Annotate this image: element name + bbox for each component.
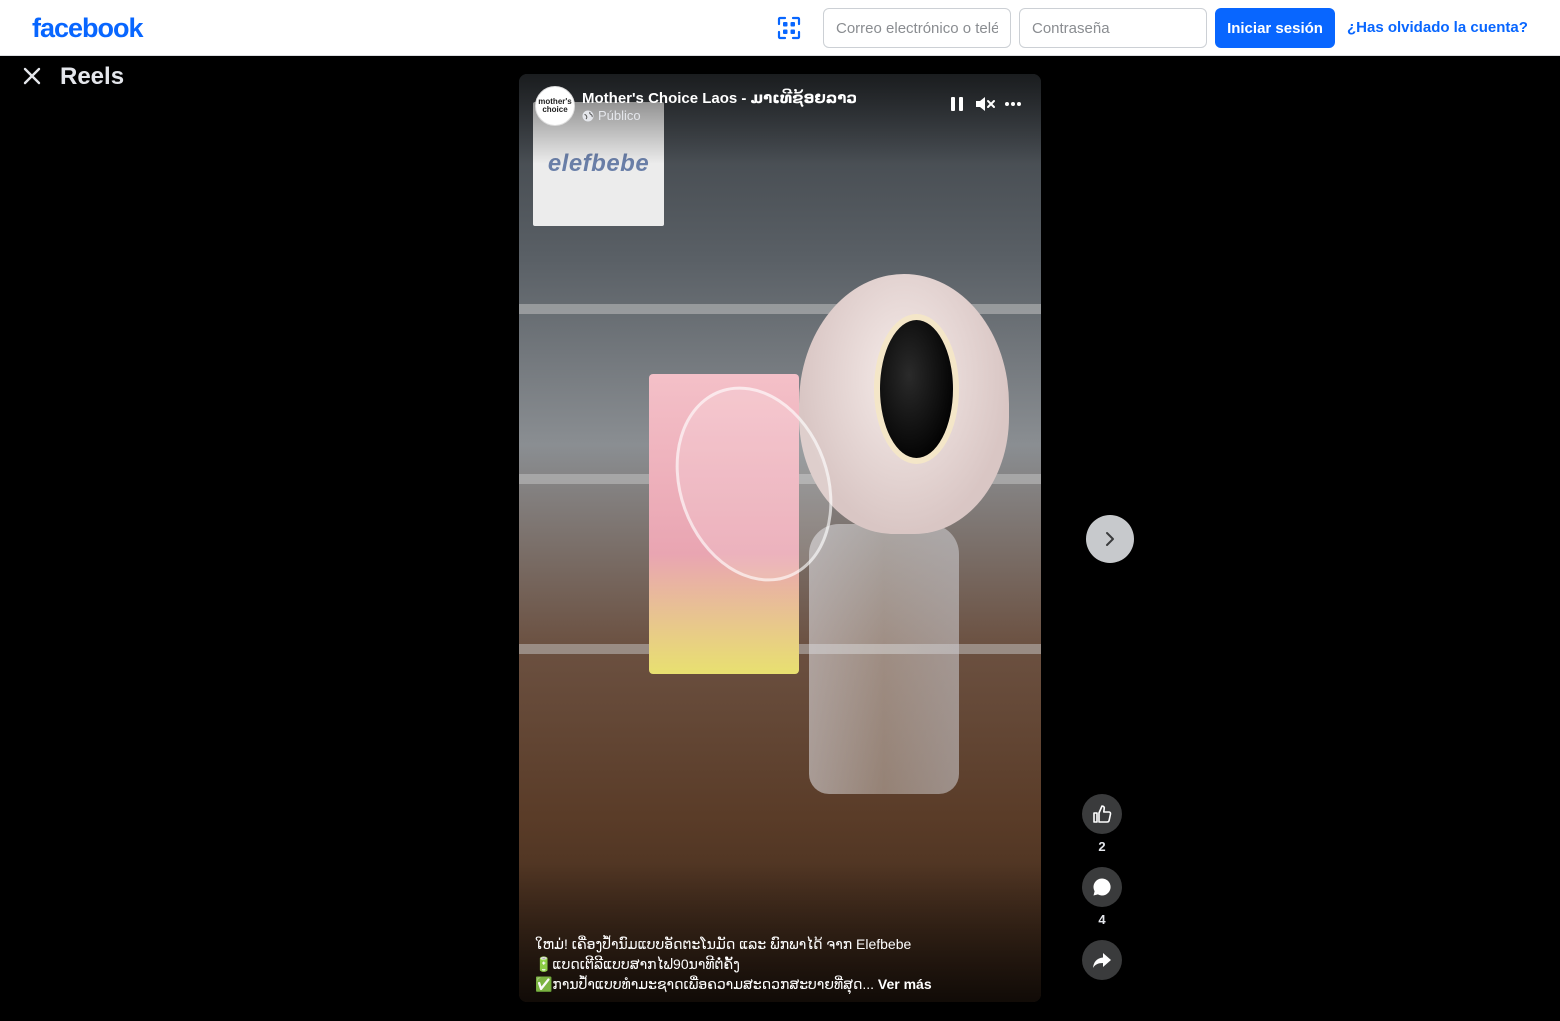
like-count: 2	[1098, 839, 1106, 854]
muted-speaker-icon	[976, 97, 995, 111]
more-button[interactable]	[1001, 90, 1025, 118]
pump-bottle	[809, 524, 959, 794]
mute-button[interactable]	[973, 90, 997, 118]
pause-button[interactable]	[945, 90, 969, 118]
thumbs-up-icon	[1093, 805, 1112, 823]
pause-icon	[951, 97, 963, 111]
chevron-right-icon	[1106, 532, 1114, 546]
close-button[interactable]	[16, 60, 48, 92]
page-title: Reels	[60, 63, 125, 90]
caption-line: 🔋ແບດເຕີລີແບບສາກໄຟ90ນາທີຕໍ່ຄັ້ງ	[535, 956, 740, 972]
avatar-text: choice	[542, 105, 568, 114]
facebook-logo[interactable]: facebook	[32, 13, 144, 44]
comment-button[interactable]	[1082, 867, 1122, 907]
globe-icon	[582, 110, 594, 121]
visibility-label: Público	[582, 108, 641, 123]
comment-count: 4	[1098, 912, 1106, 927]
author-name[interactable]: Mother's Choice Laos - ມາເທີຊ້ອຍລາວ	[582, 89, 857, 107]
see-more-link[interactable]: Ver más	[878, 976, 932, 992]
next-reel-button[interactable]	[1086, 515, 1134, 563]
password-field[interactable]	[1019, 8, 1207, 48]
email-field[interactable]	[823, 8, 1011, 48]
close-icon	[23, 67, 41, 85]
top-bar: facebook Iniciar sesión ¿Has olvidado la…	[0, 0, 1560, 56]
reel-caption: ໃຫມ່! ເຄື່ອງປໍ້ານົມແບບອັດຕະໂນມັດ ແລະ ພົກ…	[535, 934, 1025, 994]
comment-icon	[1093, 878, 1111, 896]
caption-line: ✅ການປໍ້າແບບທໍາມະຊາດເພື່ອຄວາມສະດວກສະບາຍທີ…	[535, 974, 1025, 994]
visibility-text: Público	[598, 108, 641, 123]
reel-video[interactable]: elefbebe mother's choice Mother's Choice…	[519, 74, 1041, 1002]
forgot-account-link[interactable]: ¿Has olvidado la cuenta?	[1347, 19, 1528, 36]
author-avatar[interactable]: mother's choice	[535, 86, 575, 126]
qr-scan-icon	[777, 16, 801, 40]
pump-screen	[874, 314, 959, 464]
qr-scan-button[interactable]	[772, 12, 806, 44]
caption-line-text: ✅ການປໍ້າແບບທໍາມະຊາດເພື່ອຄວາມສະດວກສະບາຍທີ…	[535, 976, 875, 992]
share-button[interactable]	[1082, 940, 1122, 980]
more-icon	[1005, 102, 1021, 106]
caption-line: ໃຫມ່! ເຄື່ອງປໍ້ານົມແບບອັດຕະໂນມັດ ແລະ ພົກ…	[535, 936, 912, 952]
share-icon	[1093, 953, 1111, 968]
login-button[interactable]: Iniciar sesión	[1215, 8, 1335, 48]
like-button[interactable]	[1082, 794, 1122, 834]
